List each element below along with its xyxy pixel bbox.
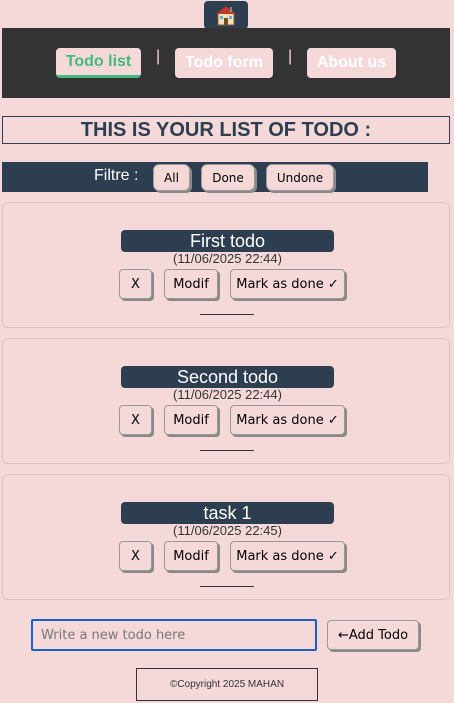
filter-bar: Filtre : All Done Undone	[2, 162, 428, 192]
add-todo-button[interactable]: ←Add Todo	[327, 620, 419, 650]
todo-card: Second todo (11/06/2025 22:44) X Modif M…	[2, 338, 450, 464]
todo-date: (11/06/2025 22:45)	[173, 523, 282, 538]
delete-todo-button[interactable]: X	[119, 541, 152, 571]
modify-todo-button[interactable]: Modif	[164, 541, 218, 571]
modify-todo-button[interactable]: Modif	[164, 405, 218, 435]
nav-separator: |	[156, 48, 161, 65]
main-navbar: Todo list | Todo form | About us	[2, 28, 450, 98]
home-logo[interactable]	[204, 1, 248, 29]
todo-card: First todo (11/06/2025 22:44) X Modif Ma…	[2, 202, 450, 328]
delete-todo-button[interactable]: X	[119, 405, 152, 435]
house-icon	[216, 6, 236, 26]
divider	[200, 450, 254, 451]
todo-date: (11/06/2025 22:44)	[173, 387, 282, 402]
todo-card: task 1 (11/06/2025 22:45) X Modif Mark a…	[2, 474, 450, 600]
nav-todo-form[interactable]: Todo form	[175, 48, 273, 78]
filter-done-button[interactable]: Done	[201, 164, 255, 191]
modify-todo-button[interactable]: Modif	[164, 269, 218, 299]
todo-date: (11/06/2025 22:44)	[173, 251, 282, 266]
todo-title: task 1	[121, 502, 334, 524]
mark-done-button[interactable]: Mark as done ✓	[230, 269, 345, 299]
mark-done-button[interactable]: Mark as done ✓	[230, 541, 345, 571]
divider	[200, 314, 254, 315]
new-todo-input[interactable]	[31, 619, 317, 651]
filter-label: Filtre :	[94, 167, 139, 184]
footer-copyright: ©Copyright 2025 MAHAN	[136, 668, 318, 701]
page-title: THIS IS YOUR LIST OF TODO :	[2, 116, 450, 144]
divider	[200, 586, 254, 587]
todo-title: First todo	[121, 230, 334, 252]
filter-undone-button[interactable]: Undone	[266, 164, 334, 191]
todo-title: Second todo	[121, 366, 334, 388]
filter-all-button[interactable]: All	[153, 164, 190, 191]
nav-about-us[interactable]: About us	[307, 48, 396, 78]
mark-done-button[interactable]: Mark as done ✓	[230, 405, 345, 435]
nav-separator: |	[288, 48, 293, 65]
delete-todo-button[interactable]: X	[119, 269, 152, 299]
nav-todo-list[interactable]: Todo list	[56, 48, 141, 78]
